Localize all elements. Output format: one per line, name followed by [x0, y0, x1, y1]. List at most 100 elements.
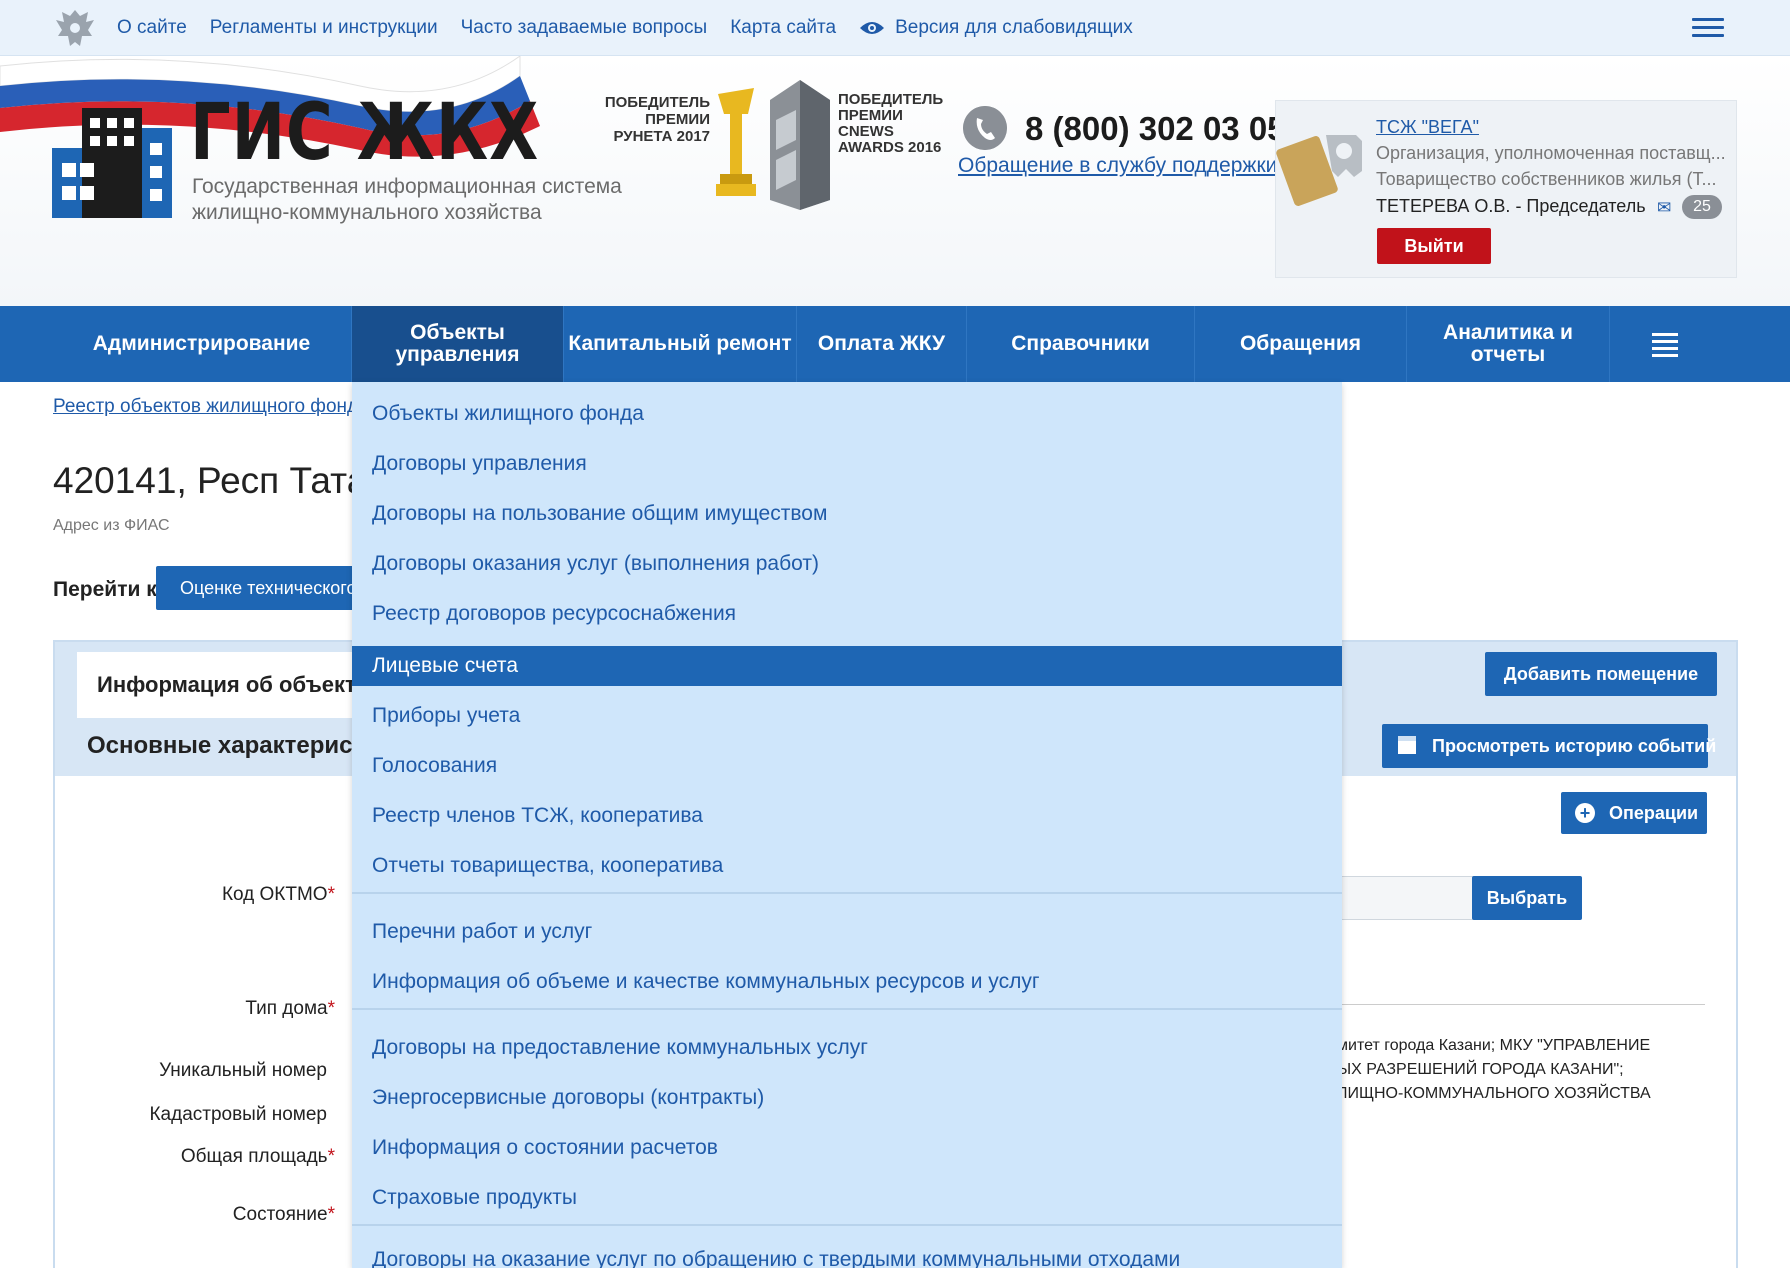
menu-item-common-property-contracts[interactable]: Договоры на пользование общим имуществом — [352, 494, 1342, 534]
field-label-cadastral-number: Кадастровый номер — [47, 1104, 327, 1126]
nav-item-appeals[interactable]: Обращения — [1195, 306, 1407, 382]
menu-item-hoa-members-registry[interactable]: Реестр членов ТСЖ, кооператива — [352, 796, 1342, 836]
award-runet-2017: Победитель премии Рунета 2017 — [604, 84, 756, 204]
menu-separator — [352, 1224, 1342, 1226]
top-link-regulations[interactable]: Регламенты и инструкции — [210, 17, 438, 39]
management-organizations-text: митет города Казани; МКУ "УПРАВЛЕНИЕ ЫХ … — [1337, 1034, 1717, 1106]
main-nav: Администрирование Объекты управления Кап… — [0, 306, 1790, 382]
mail-icon[interactable]: ✉ — [1657, 198, 1671, 218]
hotline-phone[interactable]: 8 (800) 302 03 05 — [1025, 110, 1286, 148]
accessibility-link[interactable]: Версия для слабовидящих — [859, 17, 1133, 39]
award-runet-line: премии — [645, 111, 710, 128]
field-label-text: Состояние — [232, 1204, 328, 1225]
field-label-text: Тип дома — [245, 998, 328, 1019]
crystal-award-icon — [770, 80, 830, 210]
organization-role: Организация, уполномоченная поставщ... — [1376, 143, 1726, 163]
menu-item-votings[interactable]: Голосования — [352, 746, 1342, 786]
organization-link[interactable]: ТСЖ "ВЕГА" — [1376, 117, 1479, 138]
site-header: ГИС ЖКХ Государственная информационная с… — [0, 56, 1790, 306]
top-menu-hamburger-icon[interactable] — [1692, 18, 1724, 38]
field-label-text: Общая площадь — [180, 1146, 328, 1167]
add-premises-button[interactable]: Добавить помещение — [1485, 652, 1717, 696]
award-cnews-line: премии — [838, 107, 903, 124]
menu-item-insurance-products[interactable]: Страховые продукты — [352, 1178, 1342, 1218]
management-line: ЛИЩНО-КОММУНАЛЬНОГО ХОЗЯЙСТВА — [1337, 1085, 1651, 1102]
nav-item-analytics[interactable]: Аналитика и отчеты — [1407, 306, 1610, 382]
logo-subtitle-line-2: жилищно-коммунального хозяйства — [192, 201, 542, 224]
management-line: ЫХ РАЗРЕШЕНИЙ ГОРОДА КАЗАНИ"; — [1337, 1061, 1624, 1078]
field-label-text: Кадастровый номер — [149, 1104, 327, 1125]
operations-button[interactable]: + Операции — [1561, 792, 1707, 834]
menu-item-energy-service-contracts[interactable]: Энергосервисные договоры (контракты) — [352, 1078, 1342, 1118]
logo-title[interactable]: ГИС ЖКХ — [190, 94, 539, 172]
award-runet-line: Рунета 2017 — [613, 128, 710, 145]
menu-item-personal-accounts[interactable]: Лицевые счета — [352, 646, 1342, 686]
management-objects-dropdown: Объекты жилищного фонда Договоры управле… — [352, 382, 1342, 1268]
accessibility-label: Версия для слабовидящих — [895, 17, 1133, 38]
menu-item-resource-supply-registry[interactable]: Реестр договоров ресурсоснабжения — [352, 594, 1342, 634]
award-cnews-text: Победитель премии CNEWS AWARDS 2016 — [838, 92, 943, 156]
user-name: ТЕТЕРЕВА О.В. - Председатель — [1376, 196, 1646, 216]
award-runet-text: Победитель премии Рунета 2017 — [605, 94, 710, 145]
field-label-house-type: Тип дома* — [245, 998, 335, 1019]
top-links: О сайте Регламенты и инструкции Часто за… — [117, 0, 1133, 56]
menu-separator — [352, 892, 1342, 894]
award-runet-line: Победитель — [604, 94, 710, 111]
award-cnews-line: Победитель — [838, 91, 944, 108]
calendar-icon — [1398, 736, 1416, 754]
field-label-oktmo: Код ОКТМО* — [221, 884, 335, 905]
nav-item-references[interactable]: Справочники — [967, 306, 1195, 382]
menu-item-meters[interactable]: Приборы учета — [352, 696, 1342, 736]
menu-item-hoa-reports[interactable]: Отчеты товарищества, кооператива — [352, 846, 1342, 886]
view-history-label: Просмотреть историю событий — [1432, 736, 1717, 756]
breadcrumb[interactable]: Реестр объектов жилищного фонда — [53, 396, 353, 418]
field-label-unique-number: Уникальный номер — [47, 1060, 327, 1082]
view-history-button[interactable]: Просмотреть историю событий — [1382, 724, 1716, 768]
field-label-text: Код ОКТМО — [221, 884, 328, 905]
menu-separator — [352, 1008, 1342, 1010]
goto-technical-state-button[interactable]: Оценке технического состояния — [156, 566, 356, 610]
user-card: ТСЖ "ВЕГА" Организация, уполномоченная п… — [1275, 100, 1737, 278]
page-title: 420141, Респ Татарстан — [53, 460, 363, 501]
award-cnews-line: CNEWS — [838, 123, 894, 140]
top-link-faq[interactable]: Часто задаваемые вопросы — [461, 17, 708, 39]
nav-item-capital-repair[interactable]: Капитальный ремонт — [564, 306, 797, 382]
logo-subtitle: Государственная информационная система ж… — [192, 174, 622, 226]
top-utility-bar: О сайте Регламенты и инструкции Часто за… — [0, 0, 1790, 56]
field-label-text: Уникальный номер — [159, 1060, 327, 1081]
menu-item-solid-waste-contracts[interactable]: Договоры на оказание услуг по обращению … — [352, 1240, 1342, 1268]
menu-item-settlements-info[interactable]: Информация о состоянии расчетов — [352, 1128, 1342, 1168]
support-link[interactable]: Обращение в службу поддержки — [958, 154, 1277, 178]
building-logo-icon[interactable] — [52, 108, 172, 218]
menu-item-service-contracts[interactable]: Договоры оказания услуг (выполнения рабо… — [352, 544, 1342, 584]
choose-oktmo-button[interactable]: Выбрать — [1472, 876, 1582, 920]
award-cnews-2016: Победитель премии CNEWS AWARDS 2016 — [760, 72, 950, 212]
plus-circle-icon: + — [1575, 803, 1595, 823]
messages-count-badge[interactable]: 25 — [1682, 195, 1722, 219]
menu-item-utility-service-contracts[interactable]: Договоры на предоставление коммунальных … — [352, 1028, 1342, 1068]
nav-more-hamburger-icon[interactable] — [1652, 333, 1678, 357]
nav-item-administration[interactable]: Администрирование — [52, 306, 352, 382]
eye-icon — [860, 22, 885, 34]
nav-item-management-objects[interactable]: Объекты управления — [352, 306, 564, 382]
menu-item-utility-quality-info[interactable]: Информация об объеме и качестве коммунал… — [352, 962, 1342, 1002]
menu-item-housing-objects[interactable]: Объекты жилищного фонда — [352, 394, 1342, 434]
nav-item-payment[interactable]: Оплата ЖКУ — [797, 306, 967, 382]
menu-item-management-contracts[interactable]: Договоры управления — [352, 444, 1342, 484]
goto-label: Перейти к — [53, 578, 157, 601]
field-label-total-area: Общая площадь* — [180, 1146, 335, 1167]
operations-label: Операции — [1609, 803, 1699, 823]
field-label-state: Состояние* — [232, 1204, 335, 1225]
key-icon — [1276, 135, 1362, 206]
organization-type: Товарищество собственников жилья (Т... — [1376, 169, 1717, 189]
logout-button[interactable]: Выйти — [1377, 228, 1491, 264]
top-link-sitemap[interactable]: Карта сайта — [730, 17, 836, 39]
top-link-about[interactable]: О сайте — [117, 17, 187, 39]
management-line: митет города Казани; МКУ "УПРАВЛЕНИЕ — [1337, 1037, 1651, 1054]
oktmo-input[interactable] — [1335, 876, 1481, 920]
logo-subtitle-line-1: Государственная информационная система — [192, 175, 622, 198]
menu-item-work-lists[interactable]: Перечни работ и услуг — [352, 912, 1342, 952]
award-cnews-line: AWARDS 2016 — [838, 139, 942, 156]
divider — [1335, 1004, 1705, 1005]
coat-of-arms-icon[interactable] — [52, 6, 98, 50]
